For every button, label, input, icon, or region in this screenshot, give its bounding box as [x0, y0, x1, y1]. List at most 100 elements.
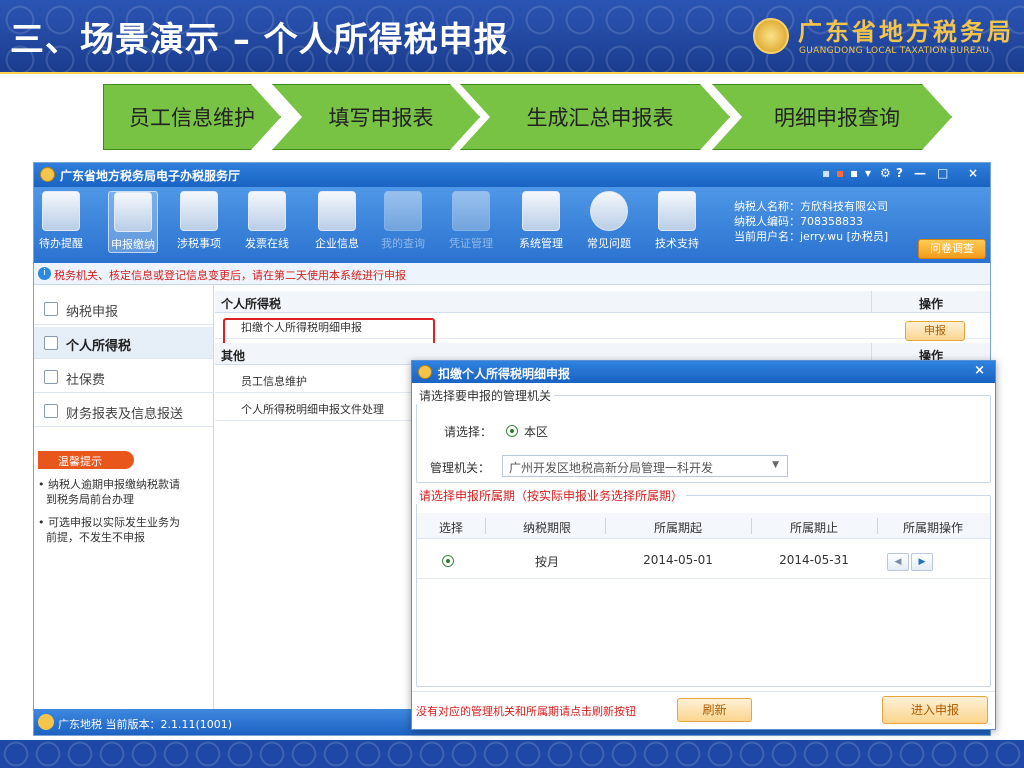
bureau-logo-subtext: GUANGDONG LOCAL TAXATION BUREAU	[799, 46, 990, 56]
current-user: 当前用户名：jerry.wu [办税员]	[734, 230, 889, 243]
org-legend: 请选择要申报的管理机关	[416, 387, 555, 404]
app-titlebar: 广东省地方税务局电子办税服务厅 ▪ ▪ ▪ ▾ ⚙ ? — □ ×	[34, 163, 990, 187]
period-legend: 请选择申报所属期（按实际申报业务选择所属期）	[416, 487, 687, 504]
ledger-icon	[44, 370, 58, 384]
taxpayer-info: 纳税人名称：方欣科技有限公司 纳税人编码：708358833 当前用户名：jer…	[734, 199, 888, 244]
org-select[interactable]: 广州开发区地税高新分局管理一科开发 ▼	[502, 455, 788, 477]
theme-icon[interactable]: ▪	[836, 166, 844, 180]
report-icon	[44, 404, 58, 418]
declare-button[interactable]: 申报	[905, 321, 965, 341]
chevron-down-icon: ▼	[772, 460, 779, 470]
col-period: 纳税期限	[522, 521, 571, 535]
slide-footer	[0, 740, 1024, 768]
dialog-titlebar: 扣缴个人所得税明细申报 ×	[412, 361, 995, 383]
settings-icon[interactable]: ⚙	[880, 166, 891, 180]
support-agent-icon	[658, 191, 696, 231]
minimize-button[interactable]: —	[914, 166, 926, 180]
enter-declare-button[interactable]: 进入申报	[882, 696, 988, 724]
gear-icon	[522, 191, 560, 231]
app-title: 广东省地方税务局电子办税服务厅	[60, 169, 241, 183]
layout-icon[interactable]: ▪	[850, 166, 858, 180]
skin-icon[interactable]: ▪	[822, 166, 830, 180]
prev-period-button[interactable]: ◀	[887, 553, 909, 571]
row-start: 2014-05-01	[643, 553, 713, 567]
radio-local-label: 本区	[524, 425, 549, 439]
close-icon[interactable]: ×	[974, 363, 985, 378]
refresh-hint: 没有对应的管理机关和所属期请点击刷新按钮	[416, 705, 636, 718]
table-row[interactable]: 按月 2014-05-01 2014-05-31 ◀ ▶	[417, 545, 990, 579]
row-end: 2014-05-31	[779, 553, 849, 567]
document-icon	[44, 336, 58, 350]
info-icon: i	[38, 267, 51, 280]
tip-line: • 可选申报以实际发生业务为	[38, 516, 180, 529]
toolbar-voucher[interactable]: 凭证管理	[446, 191, 496, 251]
refresh-button[interactable]: 刷新	[677, 698, 752, 722]
col-end: 所属期止	[789, 521, 838, 535]
org-select-value: 广州开发区地税高新分局管理一科开发	[509, 461, 714, 475]
status-logo-icon	[38, 714, 54, 730]
row-label: 个人所得税明细申报文件处理	[241, 403, 384, 416]
tip-line: 到税务局前台办理	[46, 493, 134, 506]
tip-line: 前提，不发生不申报	[46, 531, 145, 544]
toolbar-todo[interactable]: 待办提醒	[36, 191, 86, 251]
tip-line: • 纳税人逾期申报缴纳税款请	[38, 478, 180, 491]
sidebar-item-financial-reports[interactable]: 财务报表及信息报送	[34, 395, 213, 427]
toolbar-invoice[interactable]: 发票在线	[242, 191, 292, 251]
maximize-button[interactable]: □	[937, 166, 948, 180]
toolbar-support[interactable]: 技术支持	[652, 191, 702, 251]
step-detail-query: 明细申报查询	[712, 84, 952, 150]
stamp-icon	[248, 191, 286, 231]
next-period-button[interactable]: ▶	[911, 553, 933, 571]
toolbar-faq[interactable]: 常见问题	[584, 191, 634, 251]
dropdown-icon[interactable]: ▾	[865, 166, 871, 180]
magnifier-icon	[384, 191, 422, 231]
close-button[interactable]: ×	[968, 166, 978, 180]
toolbar-declare-pay[interactable]: 申报缴纳	[108, 191, 158, 253]
declare-dialog: 扣缴个人所得税明细申报 × 请选择要申报的管理机关 请选择： 本区 管理机关： …	[411, 360, 996, 730]
bureau-seal-icon	[753, 18, 789, 54]
folders-icon	[452, 191, 490, 231]
survey-button[interactable]: 问卷调查	[918, 239, 986, 259]
slide-title: 三、场景演示 – 个人所得税申报	[10, 20, 509, 60]
sidebar-item-tax-declare[interactable]: 纳税申报	[34, 293, 213, 325]
taxpayer-code: 纳税人编码：708358833	[734, 215, 863, 228]
app-logo-icon	[40, 167, 55, 182]
app-logo-icon	[418, 365, 432, 379]
computer-icon	[114, 192, 152, 232]
main-toolbar: 待办提醒 申报缴纳 涉税事项 发票在线 企业信息 我的查询 凭证管理 系统管理	[34, 187, 990, 263]
step-employee-info: 员工信息维护	[103, 84, 281, 150]
version-text: 广东地税 当前版本：2.1.11(1001)	[58, 718, 233, 731]
toolbar-company-info[interactable]: 企业信息	[312, 191, 362, 251]
row-period: 按月	[534, 555, 559, 569]
period-table-header: 选择 纳税期限 所属期起 所属期止 所属期操作	[417, 513, 990, 539]
step-generate-summary: 生成汇总申报表	[460, 84, 730, 150]
row-radio[interactable]	[442, 555, 454, 567]
building-icon	[318, 191, 356, 231]
sidebar-item-social-security[interactable]: 社保费	[34, 361, 213, 393]
row-label: 员工信息维护	[241, 375, 307, 388]
radio-local[interactable]	[506, 425, 518, 437]
step-fill-declaration: 填写申报表	[272, 84, 480, 150]
operation-header: 操作	[871, 291, 990, 313]
col-select: 选择	[438, 521, 463, 535]
notice-bar: i 税务机关、核定信息或登记信息变更后，请在第二天使用本系统进行申报	[34, 263, 990, 285]
toolbar-my-query[interactable]: 我的查询	[378, 191, 428, 251]
dialog-footer: 没有对应的管理机关和所属期请点击刷新按钮 刷新 进入申报	[412, 691, 995, 729]
org-label: 管理机关：	[430, 461, 491, 475]
col-ops: 所属期操作	[902, 521, 963, 535]
toolbar-system[interactable]: 系统管理	[516, 191, 566, 251]
sidebar: 纳税申报 个人所得税 社保费 财务报表及信息报送 温馨提示 • 纳税人逾期申报缴…	[34, 285, 214, 709]
question-icon	[590, 191, 628, 231]
section-income-tax: 个人所得税 操作	[215, 291, 990, 313]
help-icon[interactable]: ?	[896, 166, 903, 180]
toolbar-tax-matters[interactable]: 涉税事项	[174, 191, 224, 251]
dialog-title: 扣缴个人所得税明细申报	[438, 367, 571, 381]
clipboard-icon	[42, 191, 80, 231]
notice-text: 税务机关、核定信息或登记信息变更后，请在第二天使用本系统进行申报	[54, 269, 406, 282]
sidebar-item-income-tax[interactable]: 个人所得税	[34, 327, 213, 359]
bureau-logo-text: 广东省地方税务局	[798, 18, 1014, 46]
select-label: 请选择：	[444, 425, 493, 439]
document-icon	[180, 191, 218, 231]
taxpayer-name: 纳税人名称：方欣科技有限公司	[734, 200, 888, 213]
header-divider	[0, 72, 1024, 74]
